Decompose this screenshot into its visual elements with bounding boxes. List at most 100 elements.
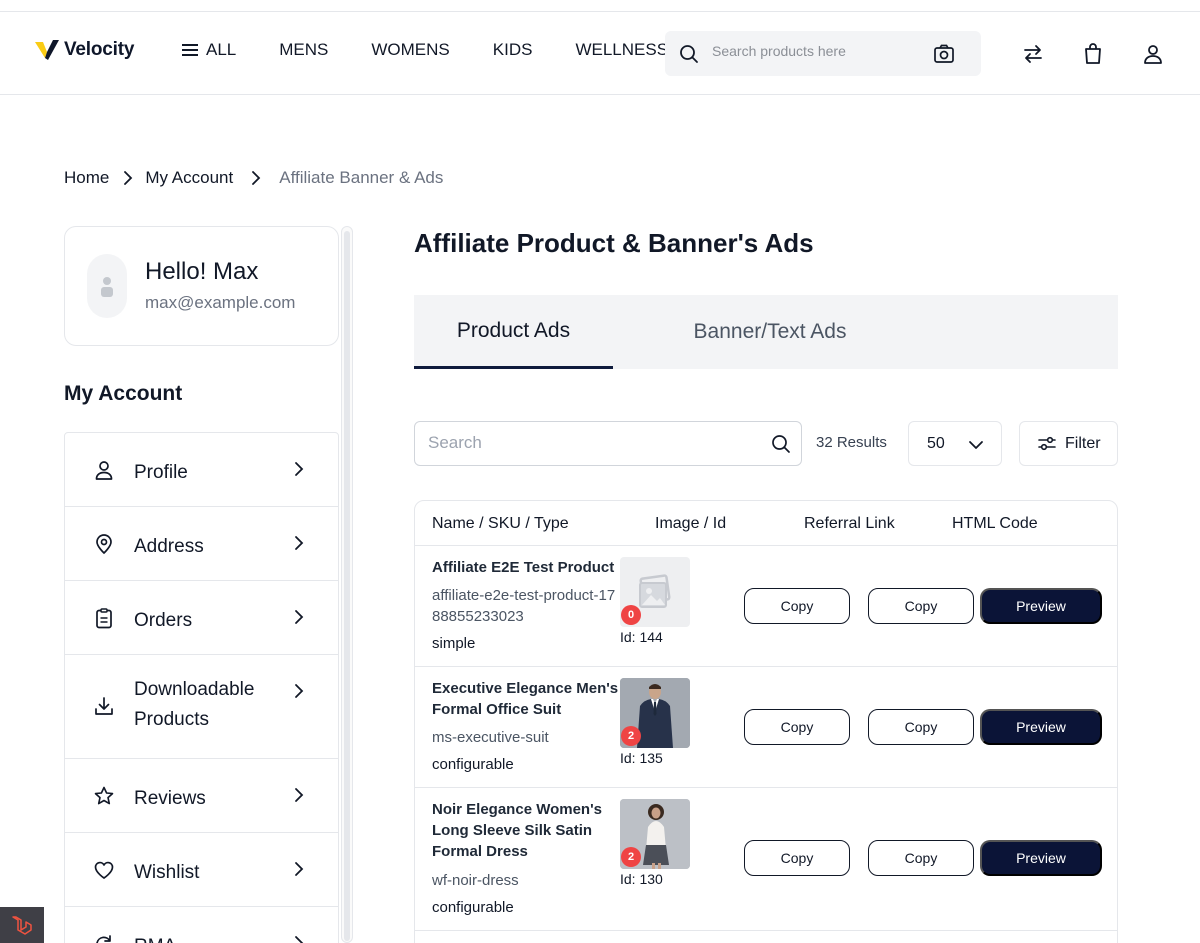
chevron-right-icon [295,936,304,943]
preview-button[interactable]: Preview [980,840,1102,876]
results-count: 32 Results [816,434,887,451]
product-id: Id: 144 [620,629,663,645]
sidebar-item-profile[interactable]: Profile [65,433,338,507]
logo-text: Velocity [64,39,135,60]
product-name: Noir Elegance Women's Long Sleeve Silk S… [432,801,603,860]
product-search-input[interactable] [428,433,758,453]
copy-referral-link-button[interactable]: Copy [744,709,850,745]
product-sku: affiliate-e2e-test-product-1788855233023 [432,587,616,625]
chevron-right-icon [295,862,304,876]
copy-referral-link-button[interactable]: Copy [744,840,850,876]
sidebar-item-reviews[interactable]: Reviews [65,759,338,833]
main-nav: ALL MENS WOMENS KIDS WELLNESS [182,40,711,60]
image-count-badge: 2 [621,726,641,746]
camera-icon[interactable] [933,43,955,65]
column-header-name: Name / SKU / Type [432,515,569,532]
search-icon [680,45,698,63]
person-silhouette-icon [101,277,113,297]
table-row: Noir Elegance Women's Long Sleeve Silk S… [415,788,1117,931]
account-menu: Profile Address Orders Downloadable Prod… [64,432,339,943]
per-page-value: 50 [927,435,945,452]
return-icon [96,935,111,943]
search-icon[interactable] [771,434,791,454]
sidebar-item-label: Downloadable Products [134,679,255,730]
nav-womens[interactable]: WOMENS [371,40,449,60]
logo[interactable]: Velocity [34,38,134,62]
product-name: Affiliate E2E Test Product [432,559,615,576]
nav-kids[interactable]: KIDS [493,40,533,60]
star-icon [94,786,114,805]
ads-tabs: Product Ads Banner/Text Ads [414,295,1118,369]
header-search [665,31,981,76]
sidebar-item-label: Profile [134,462,188,483]
page-title: Affiliate Product & Banner's Ads [414,228,814,258]
product-search [414,421,802,466]
nav-all-label: ALL [206,40,237,59]
product-type: simple [432,635,476,652]
image-count-badge: 2 [621,847,641,867]
user-account-icon[interactable] [1141,42,1165,66]
heart-icon [94,861,114,879]
nav-mens[interactable]: MENS [279,40,328,60]
shopping-bag-icon[interactable] [1081,42,1105,66]
copy-referral-link-button[interactable]: Copy [744,588,850,624]
tab-product-ads[interactable]: Product Ads [414,295,613,369]
nav-all[interactable]: ALL [182,40,236,60]
sliders-icon [1038,436,1056,451]
download-icon [95,697,113,715]
product-sku: wf-noir-dress [432,872,519,889]
scrollbar-thumb[interactable] [344,231,350,941]
sidebar-item-label: Orders [134,610,193,631]
product-ads-table: Name / SKU / Type Image / Id Referral Li… [414,500,1118,943]
avatar [87,254,127,318]
chevron-right-icon [295,610,304,624]
preview-button[interactable]: Preview [980,588,1102,624]
column-header-html: HTML Code [952,515,1038,532]
product-sku: ms-executive-suit [432,729,549,746]
breadcrumb: Home My Account Affiliate Banner & Ads [64,168,443,188]
sidebar-item-label: Reviews [134,788,206,809]
copy-html-code-button[interactable]: Copy [868,588,974,624]
sidebar-item-orders[interactable]: Orders [65,581,338,655]
sidebar-item-address[interactable]: Address [65,507,338,581]
tab-banner-text-ads[interactable]: Banner/Text Ads [654,295,886,369]
chevron-right-icon [295,684,304,698]
per-page-select[interactable]: 50 [908,421,1002,466]
velocity-logo-icon [35,40,59,60]
sidebar-item-label: Address [134,536,204,557]
table-row: Executive Elegance Men's Formal Office S… [415,667,1117,788]
copy-html-code-button[interactable]: Copy [868,709,974,745]
clipboard-icon [96,608,112,629]
sidebar-item-rma[interactable]: RMA [65,907,338,943]
sidebar-scrollbar[interactable] [341,226,353,943]
sidebar-item-label: RMA [134,932,176,943]
chevron-down-icon [969,441,983,449]
chevron-right-icon [295,788,304,802]
table-row: Affiliate E2E Test Product affiliate-e2e… [415,546,1117,667]
chevron-right-icon [295,536,304,550]
compare-icon[interactable] [1021,42,1045,66]
filter-button[interactable]: Filter [1019,421,1118,466]
laravel-logo-icon [12,916,32,935]
product-type: configurable [432,756,514,773]
sidebar-item-downloadable-products[interactable]: Downloadable Products [65,655,338,759]
sidebar-item-wishlist[interactable]: Wishlist [65,833,338,907]
table-header: Name / SKU / Type Image / Id Referral Li… [415,501,1117,546]
product-name: Executive Elegance Men's Formal Office S… [432,680,619,718]
breadcrumb-my-account[interactable]: My Account [145,168,233,188]
breadcrumb-home[interactable]: Home [64,168,109,188]
nav-wellness[interactable]: WELLNESS [575,40,668,60]
column-header-referral: Referral Link [804,515,895,532]
preview-button[interactable]: Preview [980,709,1102,745]
chevron-right-icon [295,462,304,476]
image-count-badge: 0 [621,605,641,625]
product-id: Id: 130 [620,871,663,887]
copy-html-code-button[interactable]: Copy [868,840,974,876]
breadcrumb-current: Affiliate Banner & Ads [279,168,444,187]
filter-label: Filter [1065,435,1101,452]
header-search-input[interactable] [712,43,922,59]
sidebar-title: My Account [64,382,183,405]
laravel-debugbar-icon[interactable] [0,907,44,943]
site-header: Velocity ALL MENS WOMENS KIDS WELLNESS [0,12,1200,95]
menu-icon [182,44,198,56]
